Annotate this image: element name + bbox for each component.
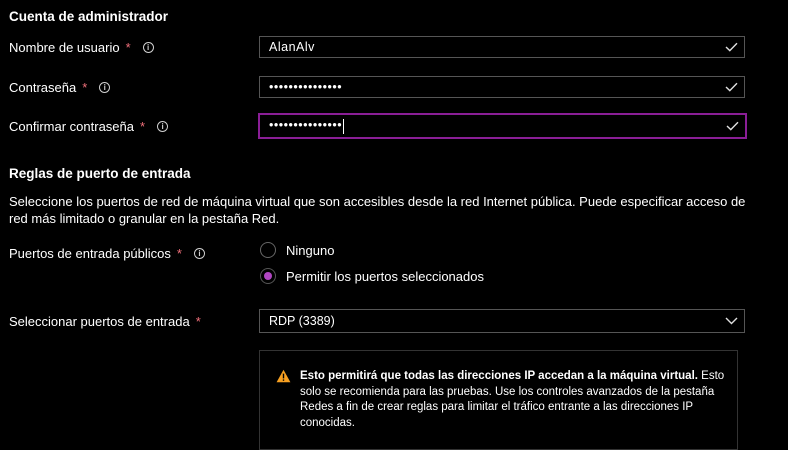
required-mark: * (140, 119, 146, 134)
confirm-password-field[interactable]: ••••••••••••••• (258, 113, 747, 139)
required-mark: * (176, 246, 182, 261)
inbound-ports-dropdown[interactable]: RDP (3389) (259, 309, 745, 333)
radio-allow-selected-label[interactable]: Permitir los puertos seleccionados (286, 269, 484, 284)
public-ports-label: Puertos de entrada públicos (9, 246, 171, 261)
warning-text: Esto permitirá que todas las direcciones… (300, 369, 730, 431)
confirm-password-label-row: Confirmar contraseña * i (9, 119, 169, 134)
confirm-password-value-wrap[interactable]: ••••••••••••••• (269, 118, 723, 134)
info-icon[interactable]: i (193, 248, 205, 259)
warning-icon (276, 369, 291, 386)
confirm-password-value[interactable]: ••••••••••••••• (269, 118, 342, 132)
text-caret (343, 118, 345, 134)
password-field[interactable]: ••••••••••••••• (259, 76, 745, 98)
section-title-ports: Reglas de puerto de entrada (9, 166, 191, 181)
warning-box: Esto permitirá que todas las direcciones… (259, 350, 738, 450)
warning-bold-text: Esto permitirá que todas las direcciones… (300, 370, 698, 382)
password-label: Contraseña (9, 80, 77, 95)
select-ports-label-row: Seleccionar puertos de entrada * (9, 314, 201, 329)
section-title-admin: Cuenta de administrador (9, 9, 169, 24)
password-value[interactable]: ••••••••••••••• (269, 80, 722, 94)
chevron-down-icon[interactable] (722, 317, 740, 325)
check-icon (723, 121, 741, 131)
username-label: Nombre de usuario (9, 40, 120, 55)
username-field[interactable]: AlanAlv (259, 36, 745, 58)
username-label-row: Nombre de usuario * i (9, 40, 154, 55)
info-icon[interactable]: i (142, 42, 154, 53)
required-mark: * (125, 40, 131, 55)
inbound-ports-value[interactable]: RDP (3389) (269, 314, 722, 328)
radio-none[interactable] (260, 242, 276, 258)
public-ports-label-row: Puertos de entrada públicos * i (9, 246, 205, 261)
required-mark: * (195, 314, 201, 329)
radio-allow-selected[interactable] (260, 268, 276, 284)
required-mark: * (82, 80, 88, 95)
info-icon[interactable]: i (99, 82, 111, 93)
username-value[interactable]: AlanAlv (269, 40, 722, 54)
radio-none-label[interactable]: Ninguno (286, 243, 334, 258)
check-icon (722, 82, 740, 92)
confirm-password-label: Confirmar contraseña (9, 119, 134, 134)
check-icon (722, 42, 740, 52)
ports-description: Seleccione los puertos de red de máquina… (9, 194, 746, 226)
password-label-row: Contraseña * i (9, 80, 111, 95)
select-ports-label: Seleccionar puertos de entrada (9, 314, 190, 329)
info-icon[interactable]: i (157, 121, 169, 132)
